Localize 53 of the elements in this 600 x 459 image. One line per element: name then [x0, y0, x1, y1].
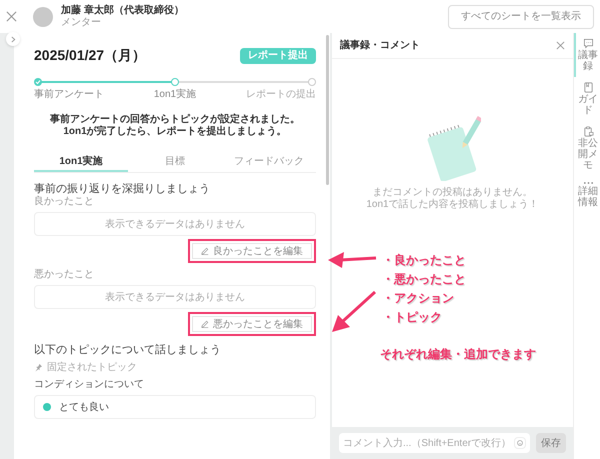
- pin-icon: [34, 363, 43, 372]
- pencil-icon: [201, 320, 209, 328]
- close-icon: [556, 41, 565, 50]
- callout-caption: それぞれ編集・追加できます: [380, 346, 536, 363]
- tab[interactable]: 1on1実施: [34, 152, 128, 172]
- sidebar-tab[interactable]: 非公開メモ: [574, 121, 600, 176]
- pointer-arrow: [332, 290, 376, 332]
- topic-label: コンディションについて: [34, 379, 145, 391]
- callout-text: ・悪かったこと: [382, 271, 467, 288]
- sidebar-tab[interactable]: 詳細情報: [574, 176, 600, 213]
- field-label: 良かったこと: [34, 196, 95, 208]
- pencil-icon: [201, 247, 209, 255]
- empty-comment-message: 1on1で話した内容を投稿しましょう！: [366, 199, 539, 211]
- callout-text: ・トピック: [382, 309, 443, 326]
- edit-button[interactable]: 悪かったことを編集: [192, 316, 312, 332]
- pinned-topics-label: 固定されたトピック: [47, 360, 137, 375]
- pointer-arrow: [328, 252, 376, 268]
- section-heading: 事前の振り返りを深掘りしましょう: [34, 183, 211, 196]
- step-label: レポートの提出: [246, 89, 316, 101]
- empty-message: 表示できるデータはありません: [105, 218, 245, 232]
- chevron-right-icon: [10, 36, 16, 42]
- notepad-pencil-drawing: [424, 115, 480, 181]
- step-label: 事前アンケート: [34, 89, 104, 101]
- answer-text: とても良い: [59, 400, 109, 414]
- edit-button[interactable]: 良かったことを編集: [192, 243, 312, 259]
- clipboard-lock-icon: [582, 126, 594, 137]
- more-icon: [582, 181, 594, 185]
- speech-bubble-icon: [582, 38, 594, 49]
- tab[interactable]: フィードバック: [222, 152, 316, 172]
- book-icon: [582, 82, 594, 93]
- sidebar-tab[interactable]: ガイド: [574, 77, 600, 121]
- field-label: 悪かったこと: [34, 269, 95, 281]
- empty-message: 表示できるデータはありません: [105, 290, 245, 304]
- smiley-icon: [517, 440, 523, 446]
- all-sheets-button[interactable]: すべてのシートを一覧表示: [448, 4, 594, 28]
- info-message: 1on1が完了したら、レポートを提出しましょう。: [63, 126, 287, 138]
- panel-title: 議事録・コメント: [340, 38, 420, 53]
- comment-input[interactable]: コメント入力...（Shift+Enterで改行）: [339, 433, 530, 453]
- callout-text: ・良かったこと: [382, 252, 467, 269]
- tab[interactable]: 目標: [128, 152, 222, 172]
- step-label: 1on1実施: [154, 89, 196, 101]
- emoji-button[interactable]: [514, 437, 526, 449]
- report-date: 2025/01/27（月）: [34, 46, 146, 65]
- user-role: メンター: [61, 16, 102, 28]
- callout-text: ・アクション: [382, 290, 455, 307]
- close-icon[interactable]: [6, 11, 17, 22]
- avatar: [33, 6, 53, 26]
- section-heading: 以下のトピックについて話しましょう: [34, 344, 222, 357]
- info-message: 事前アンケートの回答からトピックが設定されました。: [50, 114, 300, 125]
- close-button[interactable]: [556, 41, 565, 50]
- sidebar-tab[interactable]: 議事録: [574, 33, 600, 77]
- empty-comment-message: まだコメントの投稿はありません。: [372, 187, 532, 198]
- user-name: 加藤 章太郎（代表取締役）: [61, 4, 184, 16]
